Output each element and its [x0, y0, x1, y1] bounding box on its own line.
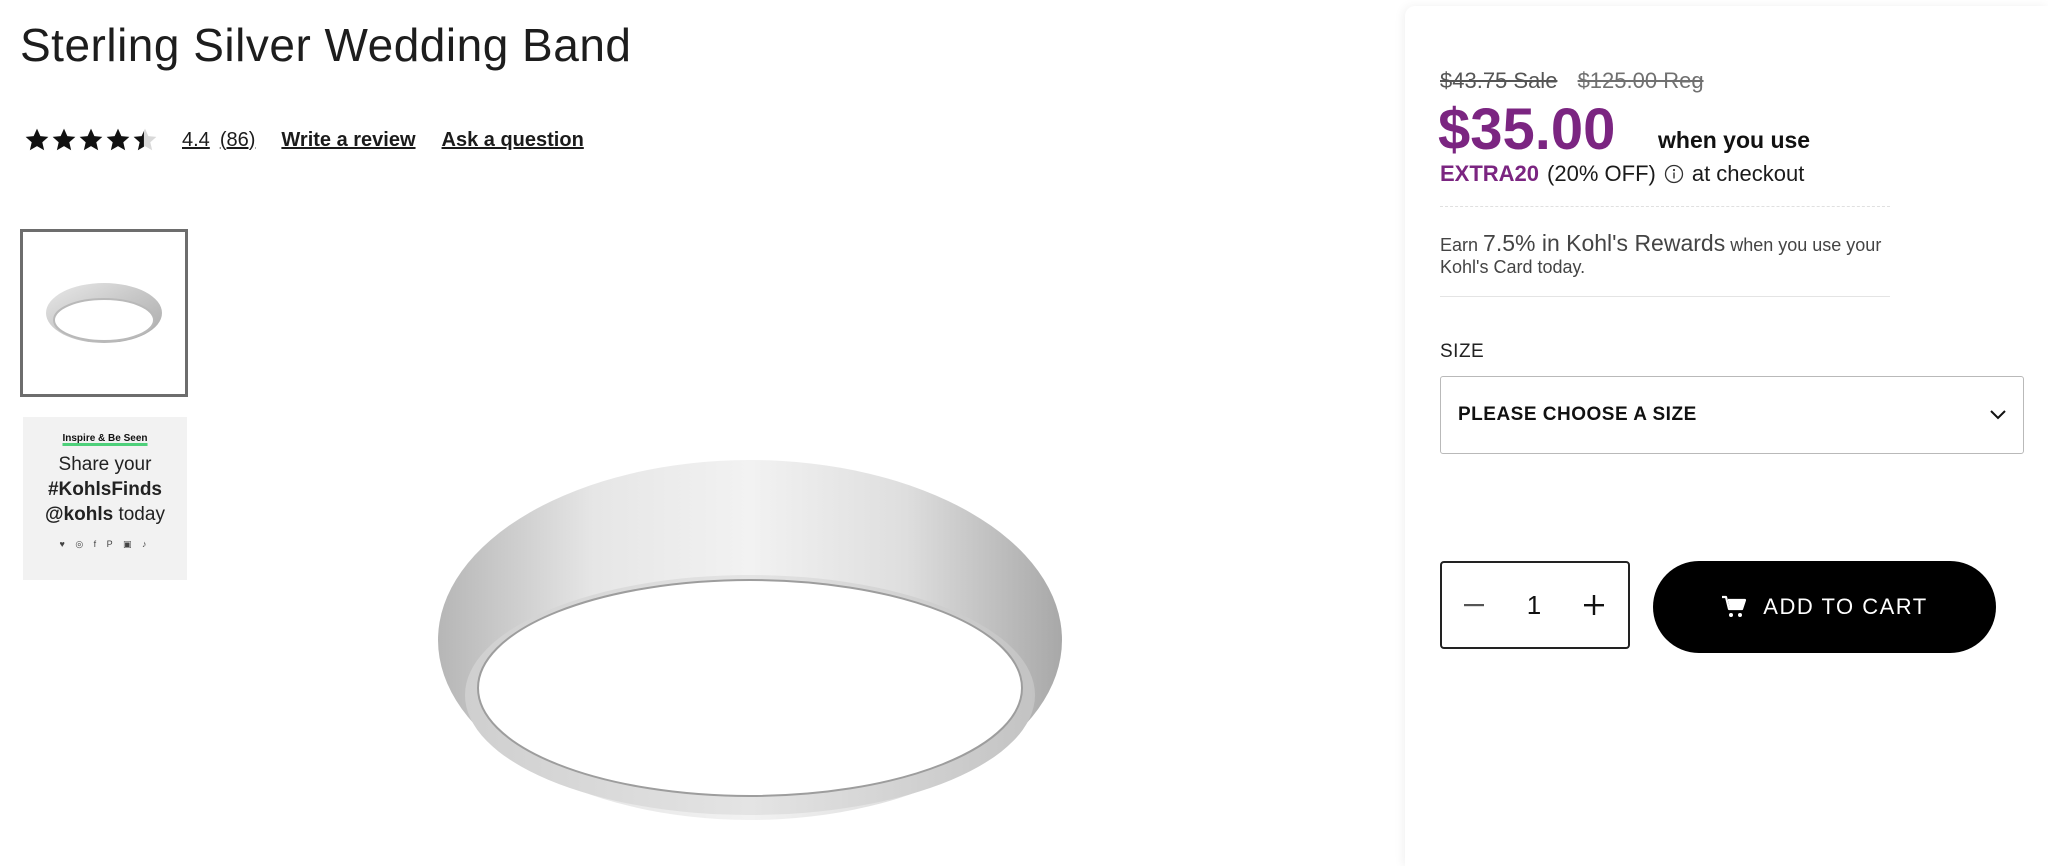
add-to-cart-label: ADD TO CART [1763, 594, 1928, 619]
size-label: SIZE [1440, 341, 1485, 362]
divider [1440, 206, 1890, 207]
product-main-image [438, 460, 1062, 820]
promo-text: Share your #KohlsFinds @kohls today [23, 452, 187, 527]
final-price: $35.00 [1438, 97, 1616, 162]
half-star-icon [133, 128, 157, 151]
star-icon [25, 128, 49, 151]
original-prices: $43.75 Sale $125.00 Reg [1440, 68, 1718, 94]
social-icons: ♥ ◎ f P ▣ ♪ [59, 539, 151, 549]
add-to-cart-button[interactable]: ADD TO CART [1653, 561, 1996, 653]
promo-code-line: EXTRA20 (20% OFF) at checkout [1440, 161, 1804, 187]
chevron-down-icon [1990, 410, 2006, 420]
ask-question-link[interactable]: Ask a question [442, 129, 584, 152]
rating-row: 4.4 (86) Write a review Ask a question [24, 122, 610, 158]
promo-line1: Share your [58, 454, 152, 475]
divider [1440, 296, 1890, 297]
promo-hashtag: #KohlsFinds [47, 479, 162, 500]
thumbnail-ring[interactable] [20, 229, 188, 397]
rating-value-link[interactable]: 4.4 [182, 129, 210, 152]
cart-icon [1722, 595, 1747, 617]
rewards-prefix: Earn [1440, 235, 1484, 255]
thumbnail-share-promo[interactable]: Inspire & Be Seen Share your #KohlsFinds… [23, 417, 187, 580]
when-you-use-text: when you use [1658, 127, 1811, 153]
promo-handle: @kohls [45, 504, 114, 525]
info-icon[interactable] [1664, 164, 1684, 184]
rewards-highlight: 7.5% in Kohl's Rewards [1483, 230, 1726, 256]
quantity-stepper: 1 [1440, 561, 1630, 649]
review-count-link[interactable]: (86) [220, 129, 256, 152]
size-select[interactable]: PLEASE CHOOSE A SIZE [1440, 376, 2024, 454]
star-icon [52, 128, 76, 151]
star-icon [106, 128, 130, 151]
product-title: Sterling Silver Wedding Band [20, 19, 632, 71]
plus-icon[interactable] [1582, 593, 1606, 617]
regular-price: $125.00 Reg [1577, 68, 1704, 93]
promo-discount: (20% OFF) [1547, 161, 1656, 186]
ring-thumbnail-image [46, 283, 162, 343]
write-review-link[interactable]: Write a review [281, 129, 415, 152]
at-checkout-text: at checkout [1691, 161, 1805, 186]
promo-today: today [113, 504, 165, 525]
size-select-value: PLEASE CHOOSE A SIZE [1458, 404, 1697, 425]
rewards-info: Earn 7.5% in Kohl's Rewards when you use… [1440, 232, 1910, 278]
minus-icon[interactable] [1462, 593, 1486, 617]
star-rating[interactable] [24, 127, 158, 153]
star-icon [79, 128, 103, 151]
quantity-value[interactable]: 1 [1527, 590, 1541, 621]
sale-price: $43.75 Sale [1440, 68, 1558, 93]
promo-small-text: Inspire & Be Seen [62, 433, 148, 444]
promo-code: EXTRA20 [1440, 161, 1540, 186]
